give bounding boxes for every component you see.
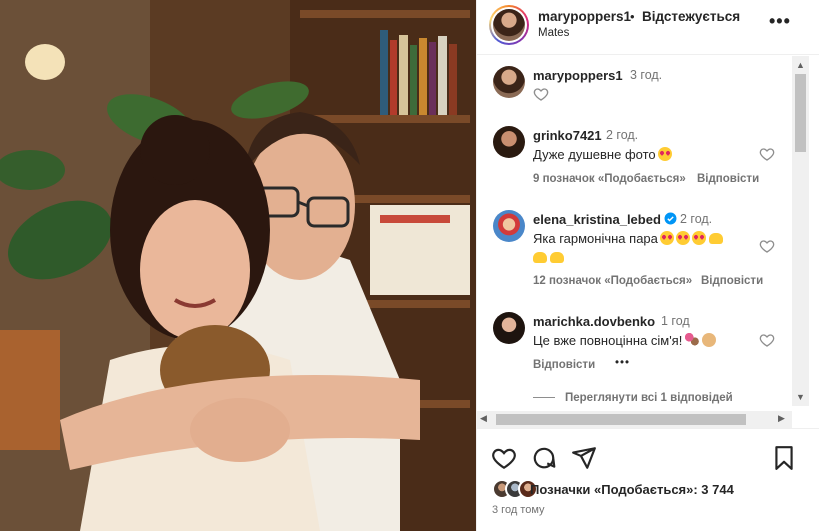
heart-eyes-emoji: [657, 147, 672, 161]
comment-avatar[interactable]: [493, 312, 525, 344]
vertical-scroll-thumb[interactable]: [795, 74, 806, 152]
reply-button[interactable]: Відповісти: [701, 275, 763, 287]
scroll-left-icon[interactable]: ◀: [480, 413, 487, 424]
couple-photo-illustration: [0, 0, 476, 531]
caption-username[interactable]: marypoppers1: [533, 68, 623, 83]
comments-horizontal-scrollbar[interactable]: ◀ ▶: [476, 411, 792, 428]
scroll-down-icon[interactable]: ▼: [796, 392, 805, 402]
author-username[interactable]: marypoppers1: [538, 9, 631, 24]
post-header: marypoppers1 • Відстежується Mates •••: [477, 0, 819, 55]
post-actions: Позначки «Подобається»: 3 744 3 год тому: [476, 428, 819, 531]
reply-button[interactable]: Відповісти: [697, 173, 759, 185]
heart-icon[interactable]: [759, 146, 775, 162]
reply-button[interactable]: Відповісти: [533, 359, 595, 371]
scroll-right-icon[interactable]: ▶: [778, 413, 785, 424]
comment-icon[interactable]: [531, 445, 557, 471]
comment-username[interactable]: marichka.dovbenko: [533, 314, 655, 329]
comment-likes-count[interactable]: 12 позначок «Подобається»: [533, 275, 692, 287]
comment-avatar[interactable]: [493, 126, 525, 158]
heart-eyes-emoji: [659, 231, 674, 245]
likes-count[interactable]: Позначки «Подобається»: 3 744: [530, 482, 734, 497]
heart-hands-emoji: [550, 252, 564, 263]
comment-text: Дуже душевне фото: [533, 147, 672, 162]
post-location[interactable]: Mates: [538, 27, 569, 39]
horizontal-scroll-thumb[interactable]: [496, 414, 746, 425]
comment-text-line2: [533, 250, 564, 265]
heart-eyes-emoji: [675, 231, 690, 245]
heart-eyes-emoji: [691, 231, 706, 245]
comments-vertical-scrollbar[interactable]: ▲ ▼: [792, 56, 809, 406]
comment-likes-count[interactable]: 9 позначок «Подобається»: [533, 173, 686, 185]
author-avatar[interactable]: [489, 5, 529, 45]
comment-text: Це вже повноцінна сім'я!: [533, 333, 717, 348]
couple-emoji: [685, 333, 700, 347]
more-icon[interactable]: •••: [769, 11, 791, 32]
comments-list: marypoppers1 3 год. grinko7421 2 год. Ду…: [477, 56, 819, 406]
comment-avatar[interactable]: [493, 210, 525, 242]
heart-hands-emoji: [708, 233, 723, 244]
follow-status-button[interactable]: Відстежується: [642, 9, 740, 24]
caption-avatar[interactable]: [493, 66, 525, 98]
post-photo[interactable]: [0, 0, 476, 531]
comment-text: Яка гармонічна пара: [533, 231, 723, 246]
comment-time: 2 год.: [680, 212, 713, 226]
scroll-up-icon[interactable]: ▲: [796, 60, 805, 70]
header-separator: •: [630, 9, 635, 24]
view-replies-button[interactable]: Переглянути всі 1 відповідей: [533, 392, 733, 404]
comment-time: 2 год.: [606, 128, 639, 142]
comment-username[interactable]: elena_kristina_lebed: [533, 212, 661, 227]
heart-icon[interactable]: [759, 332, 775, 348]
heart-icon[interactable]: [759, 238, 775, 254]
comment-username[interactable]: grinko7421: [533, 128, 602, 143]
share-icon[interactable]: [571, 445, 597, 471]
heart-icon[interactable]: [491, 445, 517, 471]
dog-emoji: [702, 333, 717, 347]
post-timestamp: 3 год тому: [492, 504, 545, 516]
heart-hands-emoji: [533, 252, 547, 263]
comment-more-icon[interactable]: •••: [615, 357, 630, 369]
comment-time: 1 год: [661, 314, 690, 328]
heart-icon[interactable]: [533, 86, 549, 102]
caption-time: 3 год.: [630, 68, 663, 82]
verified-icon: [664, 212, 677, 225]
bookmark-icon[interactable]: [771, 445, 797, 471]
